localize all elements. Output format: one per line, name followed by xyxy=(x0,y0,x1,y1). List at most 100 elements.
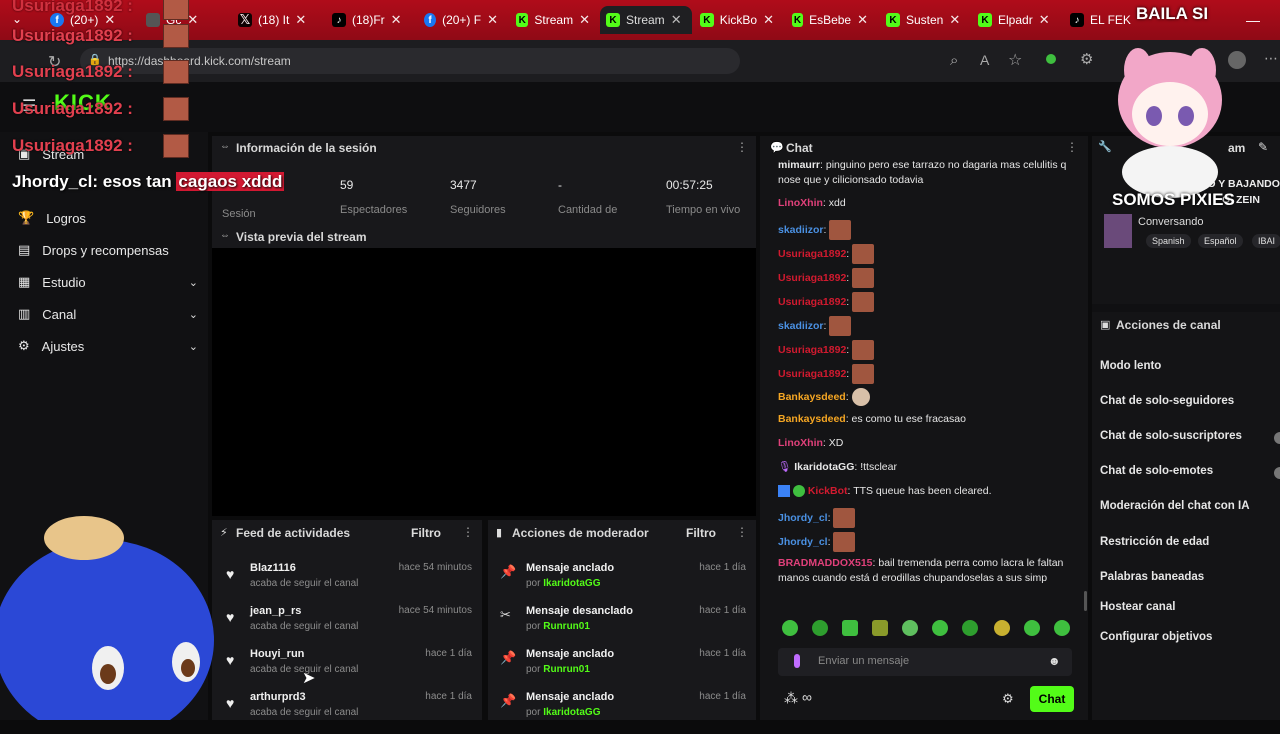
chat-username[interactable]: LinoXhin xyxy=(778,197,823,209)
filter-button[interactable]: Filtro xyxy=(686,526,716,540)
followers-only-option[interactable]: Chat de solo-seguidores xyxy=(1100,395,1234,407)
chat-username[interactable]: skadiizor xyxy=(778,320,824,332)
more-vertical-icon[interactable]: ⋮ xyxy=(1066,140,1078,154)
tag-chip[interactable]: IBAI xyxy=(1252,234,1280,248)
browser-tab[interactable]: 𝕏 (18) It ✕ xyxy=(232,6,316,34)
chat-username[interactable]: LinoXhin xyxy=(778,437,823,449)
close-icon[interactable]: ✕ xyxy=(763,12,774,28)
chat-username[interactable]: BRADMADDOX515 xyxy=(778,557,873,569)
emote-icon[interactable] xyxy=(872,620,888,636)
zoom-icon[interactable]: ⌕ xyxy=(950,52,958,69)
chat-tools-icon[interactable]: ⁂ xyxy=(784,690,798,707)
favorite-star-icon[interactable]: ☆ xyxy=(1008,50,1022,70)
chat-username[interactable]: Usuriaga1892 xyxy=(778,296,846,308)
emote-icon[interactable] xyxy=(1054,620,1070,636)
slow-mode-option[interactable]: Modo lento xyxy=(1100,360,1161,372)
close-icon[interactable]: ✕ xyxy=(857,12,868,28)
emoji-picker-icon[interactable]: ☻ xyxy=(1048,654,1061,668)
list-item[interactable]: ♥ Blaz1116 acaba de seguir el canal hace… xyxy=(212,562,482,605)
emotes-only-option[interactable]: Chat de solo-emotes xyxy=(1100,465,1213,477)
list-item[interactable]: ♥ jean_p_rs acaba de seguir el canal hac… xyxy=(212,605,482,648)
close-icon[interactable]: ✕ xyxy=(487,12,498,28)
more-vertical-icon[interactable]: ⋮ xyxy=(736,140,748,154)
chat-username[interactable]: Usuriaga1892 xyxy=(778,272,846,284)
host-channel-option[interactable]: Hostear canal xyxy=(1100,601,1175,613)
emote-icon[interactable] xyxy=(962,620,978,636)
emote-icon[interactable] xyxy=(842,620,858,636)
stream-preview[interactable] xyxy=(212,226,756,516)
close-icon[interactable]: ✕ xyxy=(295,12,306,28)
more-vertical-icon[interactable]: ⋮ xyxy=(462,525,474,539)
close-icon[interactable]: ✕ xyxy=(1039,12,1050,28)
emote-icon[interactable] xyxy=(812,620,828,636)
browser-tab[interactable]: K EsBebe ✕ xyxy=(786,6,874,34)
browser-tab[interactable]: f (20+) F ✕ xyxy=(418,6,504,34)
sidebar-item-estudio[interactable]: ▦ Estudio ⌄ xyxy=(18,274,198,290)
moderator-name[interactable]: Runrun01 xyxy=(543,621,590,632)
more-menu-icon[interactable]: ⋯ xyxy=(1264,50,1278,67)
chat-username[interactable]: Usuriaga1892 xyxy=(778,344,846,356)
chat-username[interactable]: mimaurr xyxy=(778,159,820,171)
browser-tab[interactable]: K Elpadr ✕ xyxy=(972,6,1060,34)
tag-chip[interactable]: Español xyxy=(1198,234,1243,248)
minimize-icon[interactable]: — xyxy=(1246,12,1260,28)
moderator-name[interactable]: IkaridotaGG xyxy=(543,578,600,589)
list-item[interactable]: 📌 Mensaje anclado por IkaridotaGG hace 1… xyxy=(488,562,756,605)
chat-username[interactable]: Bankaysdeed xyxy=(778,413,846,425)
chat-scrollbar[interactable] xyxy=(1084,591,1087,611)
sidebar-item-ajustes[interactable]: ⚙ Ajustes ⌄ xyxy=(18,338,198,354)
collapse-icon[interactable]: ⇔ xyxy=(220,230,230,241)
sidebar-item-logros[interactable]: 🏆 Logros xyxy=(18,210,198,226)
collapse-icon[interactable]: ⇔ xyxy=(220,141,230,152)
emote-icon[interactable] xyxy=(932,620,948,636)
sidebar-item-canal[interactable]: ▥ Canal ⌄ xyxy=(18,306,198,322)
browser-tab-active[interactable]: K Stream ✕ xyxy=(600,6,692,34)
emote-icon[interactable] xyxy=(902,620,918,636)
moderator-name[interactable]: Runrun01 xyxy=(543,664,590,675)
edit-pencil-icon[interactable]: ✎ xyxy=(1258,140,1268,154)
extension-icon[interactable] xyxy=(1046,54,1056,64)
sidebar-item-drops[interactable]: ▤ Drops y recompensas xyxy=(18,242,198,258)
chat-username[interactable]: Usuriaga1892 xyxy=(778,248,846,260)
close-icon[interactable]: ✕ xyxy=(671,12,682,28)
list-item[interactable]: 📌 Mensaje anclado por Runrun01 hace 1 dí… xyxy=(488,648,756,691)
chat-username[interactable]: KickBot xyxy=(808,485,848,497)
close-icon[interactable]: ✕ xyxy=(391,12,402,28)
age-restriction-option[interactable]: Restricción de edad xyxy=(1100,536,1209,548)
list-item[interactable]: ♥ arthurprd3 acaba de seguir el canal ha… xyxy=(212,691,482,734)
chat-username[interactable]: Jhordy_cl xyxy=(778,512,828,524)
emotes-only-toggle[interactable] xyxy=(1274,467,1280,479)
close-icon[interactable]: ✕ xyxy=(579,12,590,28)
extensions-puzzle-icon[interactable]: ⚙ xyxy=(1080,50,1093,68)
chat-send-button[interactable]: Chat xyxy=(1030,686,1074,712)
chat-message-input[interactable]: Enviar un mensaje ☻ xyxy=(778,648,1072,676)
close-icon[interactable]: ✕ xyxy=(949,12,960,28)
browser-tab[interactable]: ♪ (18)Fr ✕ xyxy=(326,6,410,34)
chat-username[interactable]: Jhordy_cl xyxy=(778,536,828,548)
infinity-icon[interactable]: ∞ xyxy=(802,689,812,705)
tag-chip[interactable]: Spanish xyxy=(1146,234,1191,248)
follower-name[interactable]: Blaz1116 xyxy=(250,562,296,574)
mic-icon[interactable] xyxy=(794,654,800,668)
emote-icon[interactable] xyxy=(782,620,798,636)
category-name[interactable]: Conversando xyxy=(1138,216,1203,228)
subscribers-only-toggle[interactable] xyxy=(1274,432,1280,444)
follower-name[interactable]: Houyi_run xyxy=(250,648,304,660)
chat-settings-gear-icon[interactable]: ⚙ xyxy=(1002,691,1014,707)
banned-words-option[interactable]: Palabras baneadas xyxy=(1100,571,1204,583)
read-aloud-icon[interactable]: A xyxy=(980,52,989,68)
chat-username[interactable]: IkaridotaGG xyxy=(794,461,854,473)
filter-button[interactable]: Filtro xyxy=(411,526,441,540)
emote-icon[interactable] xyxy=(1024,620,1040,636)
list-item[interactable]: ✂ Mensaje desanclado por Runrun01 hace 1… xyxy=(488,605,756,648)
ai-moderation-option[interactable]: Moderación del chat con IA xyxy=(1100,500,1250,512)
chat-username[interactable]: Usuriaga1892 xyxy=(778,368,846,380)
more-vertical-icon[interactable]: ⋮ xyxy=(736,525,748,539)
follower-name[interactable]: jean_p_rs xyxy=(250,605,301,617)
browser-tab[interactable]: K KickBo ✕ xyxy=(694,6,780,34)
emote-icon[interactable] xyxy=(994,620,1010,636)
chat-username[interactable]: Bankaysdeed xyxy=(778,391,846,403)
chat-username[interactable]: skadiizor xyxy=(778,224,824,236)
browser-tab[interactable]: K Stream ✕ xyxy=(510,6,596,34)
moderator-name[interactable]: IkaridotaGG xyxy=(543,707,600,718)
